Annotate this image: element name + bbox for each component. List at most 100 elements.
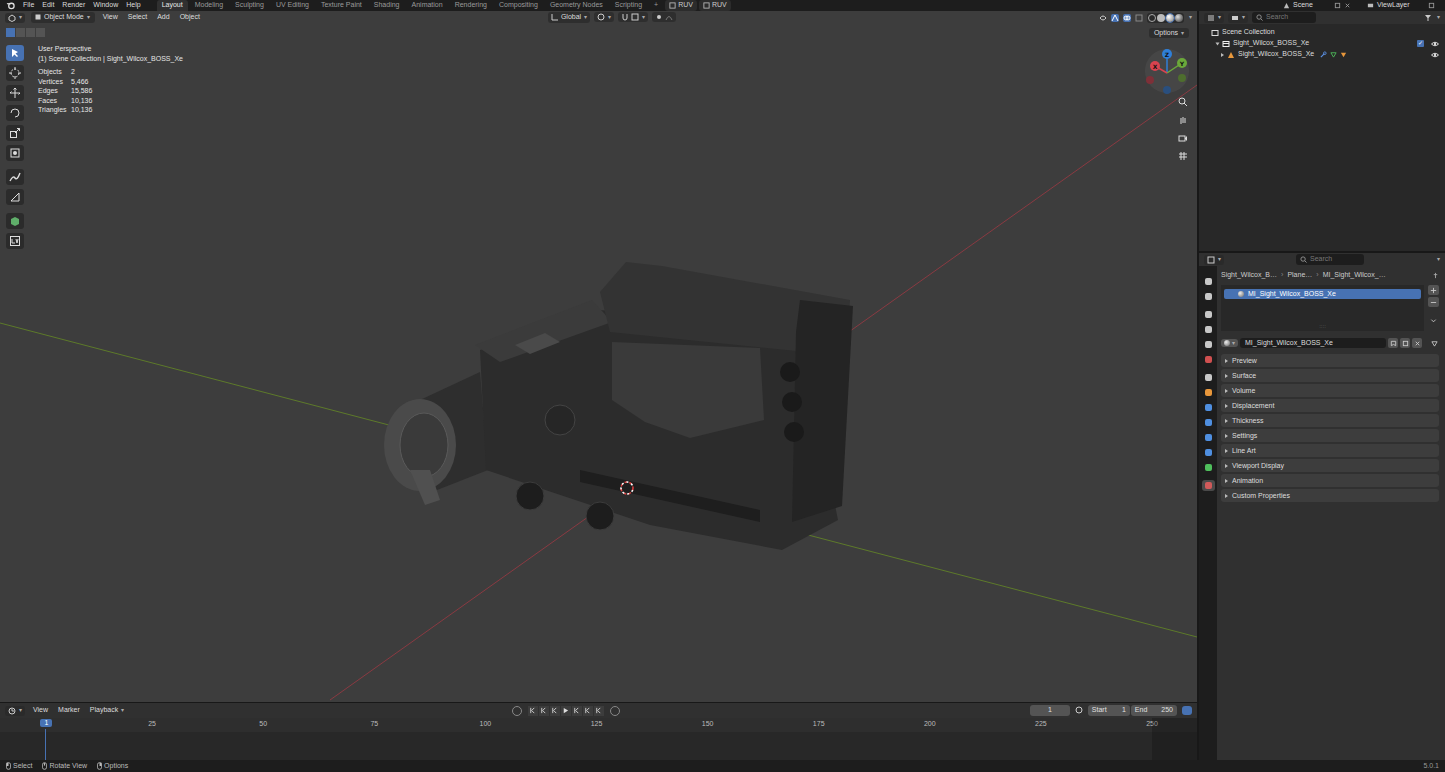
properties-tab[interactable] xyxy=(1202,372,1215,383)
tool-button[interactable] xyxy=(6,169,24,185)
menu-item[interactable]: Edit xyxy=(42,1,54,9)
viewport-menu[interactable]: Object xyxy=(178,13,202,21)
record-icon[interactable] xyxy=(512,706,522,716)
workspace-tab[interactable]: Scripting xyxy=(610,0,647,10)
viewport-menu[interactable]: View xyxy=(101,13,120,21)
properties-tab[interactable] xyxy=(1202,387,1215,398)
tool-button[interactable] xyxy=(6,45,24,61)
collapsible-panel[interactable]: Custom Properties xyxy=(1221,489,1439,502)
tool-button[interactable] xyxy=(6,125,24,141)
playback-button[interactable] xyxy=(550,706,560,716)
drag-handle-icon[interactable] xyxy=(1428,359,1435,363)
playhead-frame[interactable]: 1 xyxy=(40,719,52,727)
addon-button[interactable]: RUV xyxy=(699,0,731,10)
workspace-tab[interactable]: Compositing xyxy=(494,0,543,10)
overlay-toggle-icon[interactable] xyxy=(1123,14,1131,22)
view-layer-selector[interactable]: ViewLayer xyxy=(1363,1,1439,9)
workspace-tab[interactable]: UV Editing xyxy=(271,0,314,10)
menu-item[interactable]: Render xyxy=(62,1,85,9)
pan-hand-icon[interactable] xyxy=(1176,113,1189,126)
view-options-icon[interactable] xyxy=(1182,706,1192,715)
fake-user-icon[interactable] xyxy=(1388,338,1398,348)
menu-item[interactable]: Window xyxy=(93,1,118,9)
select-new-icon[interactable] xyxy=(6,28,15,37)
editor-type-button[interactable]: ▾ xyxy=(5,706,25,716)
collapsible-panel[interactable]: Settings xyxy=(1221,429,1439,442)
options-button[interactable]: Options ▾ xyxy=(1149,28,1189,38)
drag-handle-icon[interactable] xyxy=(1428,494,1435,498)
start-frame-field[interactable]: Start1 xyxy=(1088,705,1130,715)
drag-handle-icon[interactable] xyxy=(1428,389,1435,393)
mesh-data-icon[interactable] xyxy=(1330,51,1337,58)
properties-tab[interactable] xyxy=(1202,480,1215,491)
workspace-tab[interactable]: Rendering xyxy=(450,0,492,10)
timeline-menu[interactable]: View xyxy=(31,706,50,714)
properties-tab[interactable] xyxy=(1202,462,1215,473)
collapsible-panel[interactable]: Volume xyxy=(1221,384,1439,397)
clock-icon[interactable] xyxy=(1075,706,1083,714)
playback-button[interactable] xyxy=(594,706,604,716)
add-slot-icon[interactable] xyxy=(1428,285,1439,295)
viewport-menu[interactable]: Add xyxy=(155,13,171,21)
drag-handle-icon[interactable] xyxy=(1428,419,1435,423)
playback-button[interactable] xyxy=(528,706,538,716)
keyframe-track[interactable] xyxy=(0,732,1197,760)
expand-arrow-icon[interactable] xyxy=(1221,53,1224,57)
editor-type-button[interactable]: ▾ xyxy=(5,13,25,23)
properties-tab[interactable] xyxy=(1202,324,1215,335)
playback-button[interactable] xyxy=(572,706,582,716)
tool-button[interactable] xyxy=(6,105,24,121)
display-mode-button[interactable]: ▾ xyxy=(1228,13,1248,23)
mode-dropdown[interactable]: Object Mode▾ xyxy=(31,12,95,22)
select-subtract-icon[interactable] xyxy=(26,28,35,37)
blender-logo-icon[interactable] xyxy=(6,1,15,10)
modifier-wrench-icon[interactable] xyxy=(1320,51,1327,58)
filter-icon[interactable] xyxy=(1424,14,1432,22)
playback-button[interactable] xyxy=(561,706,571,716)
eye-icon[interactable] xyxy=(1431,40,1439,48)
properties-tab[interactable] xyxy=(1202,309,1215,320)
playback-button[interactable] xyxy=(539,706,549,716)
eye-icon[interactable] xyxy=(1431,51,1439,59)
drag-handle-icon[interactable] xyxy=(1428,464,1435,468)
tool-button[interactable] xyxy=(6,189,24,205)
timeline-menu[interactable]: Marker xyxy=(56,706,82,714)
viewport-canvas[interactable] xyxy=(0,11,1197,702)
tool-button[interactable] xyxy=(6,233,24,249)
material-shading-icon[interactable] xyxy=(1166,14,1174,22)
xray-icon[interactable] xyxy=(1135,14,1143,22)
add-workspace-button[interactable]: + xyxy=(649,0,663,10)
drag-handle-icon[interactable] xyxy=(1428,434,1435,438)
select-extend-icon[interactable] xyxy=(16,28,25,37)
collapsible-panel[interactable]: Line Art xyxy=(1221,444,1439,457)
properties-tab[interactable] xyxy=(1202,291,1215,302)
keying-icon[interactable] xyxy=(610,706,620,716)
addon-button[interactable]: RUV xyxy=(665,0,697,10)
camera-icon[interactable] xyxy=(1176,131,1189,144)
workspace-tab[interactable]: Animation xyxy=(407,0,448,10)
proportional-toggle[interactable] xyxy=(652,12,676,22)
menu-item[interactable]: Help xyxy=(126,1,140,9)
collapsible-panel[interactable]: Thickness xyxy=(1221,414,1439,427)
properties-tab[interactable] xyxy=(1202,402,1215,413)
navigation-gizmo[interactable]: ZYX xyxy=(1142,46,1192,96)
drag-handle-icon[interactable] xyxy=(1428,479,1435,483)
current-frame-field[interactable]: 1 xyxy=(1030,705,1070,715)
drag-handle-icon[interactable] xyxy=(1428,449,1435,453)
3d-viewport[interactable]: ▾Object Mode▾ViewSelectAddObjectGlobal▾▾… xyxy=(0,11,1197,702)
select-intersect-icon[interactable] xyxy=(36,28,45,37)
rendered-shading-icon[interactable] xyxy=(1175,14,1183,22)
outliner-row[interactable]: Sight_Wilcox_BOSS_Xe✓ xyxy=(1199,38,1445,49)
viewport-menu[interactable]: Select xyxy=(126,13,149,21)
properties-tab[interactable] xyxy=(1202,276,1215,287)
outliner-row[interactable]: Sight_Wilcox_BOSS_Xe xyxy=(1199,49,1445,60)
remove-slot-icon[interactable] xyxy=(1428,297,1439,307)
tool-button[interactable] xyxy=(6,145,24,161)
collapsible-panel[interactable]: Displacement xyxy=(1221,399,1439,412)
collapsible-panel[interactable]: Animation xyxy=(1221,474,1439,487)
tool-button[interactable] xyxy=(6,65,24,81)
properties-tab[interactable] xyxy=(1202,417,1215,428)
timeline-body[interactable]: 2550751001251501752002252501 xyxy=(0,718,1197,760)
outliner-search[interactable]: Search xyxy=(1252,12,1316,22)
material-icon[interactable] xyxy=(1340,51,1347,58)
